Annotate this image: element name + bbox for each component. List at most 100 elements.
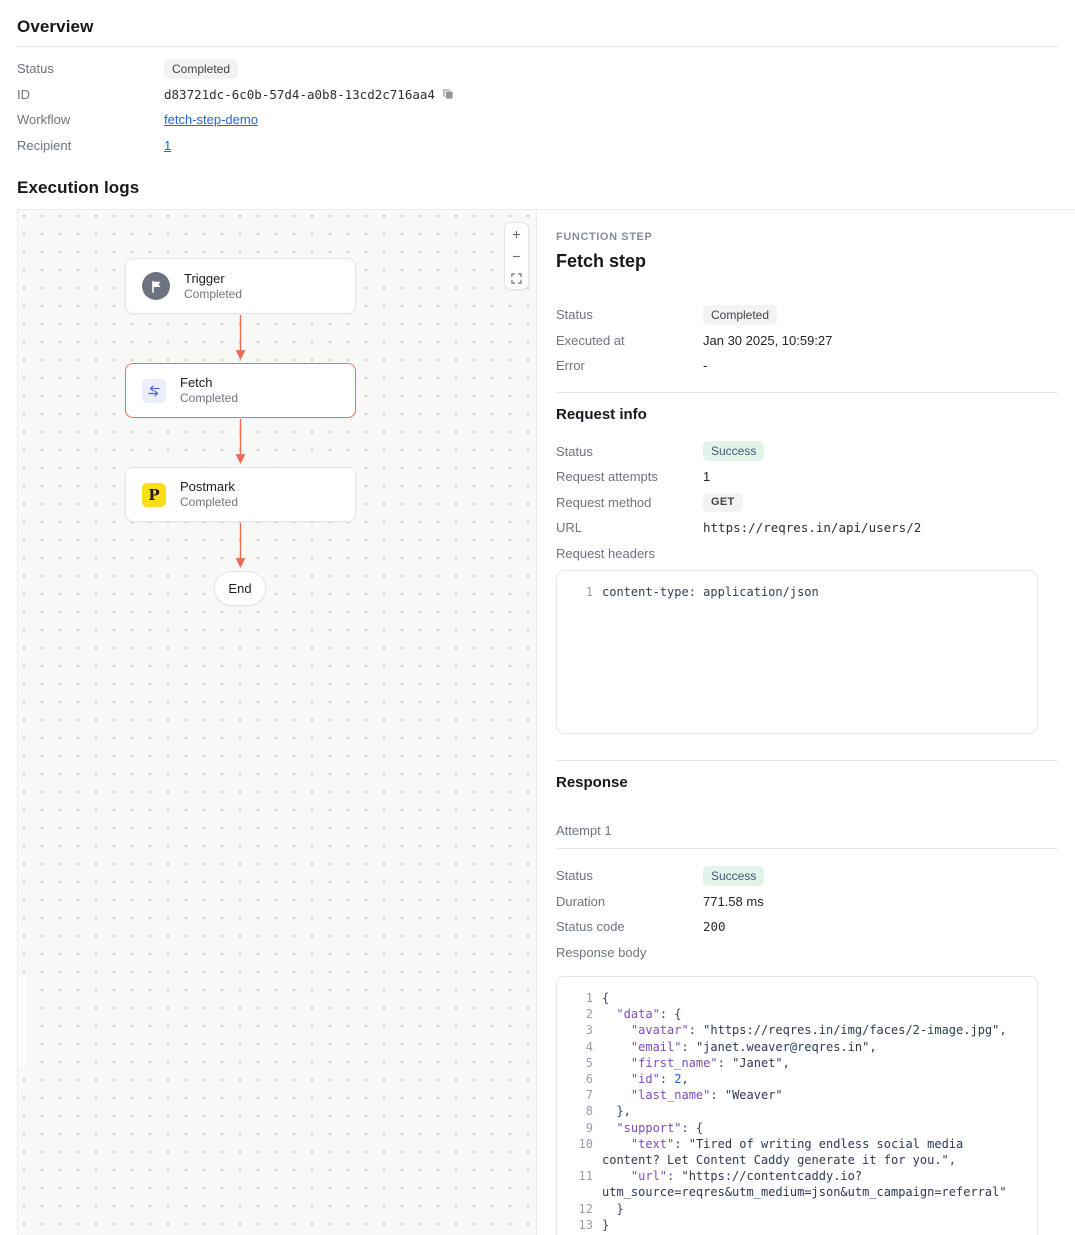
zoom-in-button[interactable]: + [505,223,528,245]
code-line: 11 "url": "https://contentcaddy.io?utm_s… [571,1168,1023,1200]
response-divider [556,760,1058,761]
canvas-zoom-controls: + − [504,222,529,290]
response-status-code-value: 200 [703,919,726,934]
response-body-label: Response body [556,945,703,960]
request-status-badge: Success [703,441,764,461]
node-postmark[interactable]: P Postmark Completed [125,467,356,522]
response-status-row: Status Success [556,863,1058,889]
node-fetch-status: Completed [180,391,238,406]
step-status-label: Status [556,307,703,322]
overview-status-label: Status [17,61,164,76]
step-type-kicker: FUNCTION STEP [556,231,1058,243]
request-info-title: Request info [556,405,1058,424]
code-line: 3 "avatar": "https://reqres.in/img/faces… [571,1022,1023,1038]
request-attempts-label: Request attempts [556,469,703,484]
overview-section: Overview Status Completed ID d83721dc-6c… [0,0,1075,158]
error-label: Error [556,358,703,373]
code-line: 6 "id": 2, [571,1071,1023,1087]
overview-status-row: Status Completed [17,56,1058,82]
response-duration-value: 771.58 ms [703,894,764,909]
overview-rows: Status Completed ID d83721dc-6c0b-57d4-a… [17,47,1058,158]
postmark-icon: P [142,483,166,507]
request-url-row: URL https://reqres.in/api/users/2 [556,515,1058,541]
code-line: 7 "last_name": "Weaver" [571,1087,1023,1103]
executed-at-row: Executed at Jan 30 2025, 10:59:27 [556,328,1058,354]
attempt-label: Attempt 1 [556,823,1058,838]
response-body-row: Response body [556,940,1058,966]
request-attempts-row: Request attempts 1 [556,464,1058,490]
page: Overview Status Completed ID d83721dc-6c… [0,0,1075,1235]
request-headers-label: Request headers [556,546,703,561]
node-trigger[interactable]: Trigger Completed [125,258,356,314]
node-postmark-title: Postmark [180,479,238,495]
execution-logs-title: Execution logs [0,158,1075,209]
response-duration-row: Duration 771.58 ms [556,889,1058,915]
code-line: 13} [571,1217,1023,1233]
response-rows: Status Success Duration 771.58 ms Status… [556,863,1058,965]
response-status-label: Status [556,868,703,883]
executed-at-label: Executed at [556,333,703,348]
response-title: Response [556,773,1058,792]
fit-view-button[interactable] [505,267,528,289]
node-trigger-status: Completed [184,287,242,302]
overview-recipient-label: Recipient [17,138,164,153]
workflow-canvas[interactable]: Trigger Completed Fetch Completed P [17,210,537,1235]
executed-at-value: Jan 30 2025, 10:59:27 [703,333,832,348]
response-body-code[interactable]: 1{2 "data": {3 "avatar": "https://reqres… [556,976,1038,1235]
code-line: 4 "email": "janet.weaver@reqres.in", [571,1039,1023,1055]
step-status-badge: Completed [703,305,777,325]
response-duration-label: Duration [556,894,703,909]
flag-icon [142,272,170,300]
request-method-row: Request method GET [556,490,1058,516]
code-line: 5 "first_name": "Janet", [571,1055,1023,1071]
node-end[interactable]: End [214,571,266,606]
request-headers-row: Request headers [556,541,1058,567]
response-status-badge: Success [703,866,764,886]
step-status-row: Status Completed [556,302,1058,328]
error-row: Error - [556,353,1058,379]
code-line: 1content-type: application/json [571,584,1023,600]
node-fetch-title: Fetch [180,375,238,391]
code-line: 1{ [571,990,1023,1006]
response-status-code-label: Status code [556,919,703,934]
copy-icon [442,88,454,100]
fit-view-icon [511,273,522,284]
request-info-rows: Status Success Request attempts 1 Reques… [556,439,1058,567]
overview-workflow-row: Workflow fetch-step-demo [17,107,1058,133]
code-line: 2 "data": { [571,1006,1023,1022]
code-line: 12 } [571,1201,1023,1217]
response-status-code-row: Status code 200 [556,914,1058,940]
code-line: 8 }, [571,1103,1023,1119]
request-status-row: Status Success [556,439,1058,465]
step-detail-panel: FUNCTION STEP Fetch step Status Complete… [537,210,1075,1235]
request-url-label: URL [556,520,703,535]
error-value: - [703,358,707,373]
overview-id-label: ID [17,87,164,102]
step-title: Fetch step [556,250,1058,272]
workflow-link[interactable]: fetch-step-demo [164,112,258,127]
status-badge: Completed [164,59,238,79]
page-title: Overview [17,0,1058,46]
request-info-divider [556,392,1058,393]
node-postmark-status: Completed [180,495,238,510]
request-headers-code: 1content-type: application/json [556,570,1038,734]
request-method-badge: GET [703,493,743,512]
overview-recipient-row: Recipient 1 [17,133,1058,159]
code-line: 10 "text": "Tired of writing endless soc… [571,1136,1023,1168]
request-attempts-value: 1 [703,469,710,484]
step-summary-rows: Status Completed Executed at Jan 30 2025… [556,302,1058,379]
node-trigger-title: Trigger [184,271,242,287]
overview-workflow-label: Workflow [17,112,164,127]
node-fetch[interactable]: Fetch Completed [125,363,356,418]
recipient-link[interactable]: 1 [164,138,171,153]
transaction-id-value: d83721dc-6c0b-57d4-a0b8-13cd2c716aa4 [164,87,435,102]
zoom-out-button[interactable]: − [505,245,528,267]
request-status-label: Status [556,444,703,459]
swap-arrows-icon [142,379,166,403]
request-url-value: https://reqres.in/api/users/2 [703,520,921,535]
request-method-label: Request method [556,495,703,510]
copy-id-button[interactable] [442,88,454,100]
canvas-scrollbar-thumb[interactable] [18,977,26,1067]
code-line: 9 "support": { [571,1120,1023,1136]
attempt-divider [556,848,1058,849]
